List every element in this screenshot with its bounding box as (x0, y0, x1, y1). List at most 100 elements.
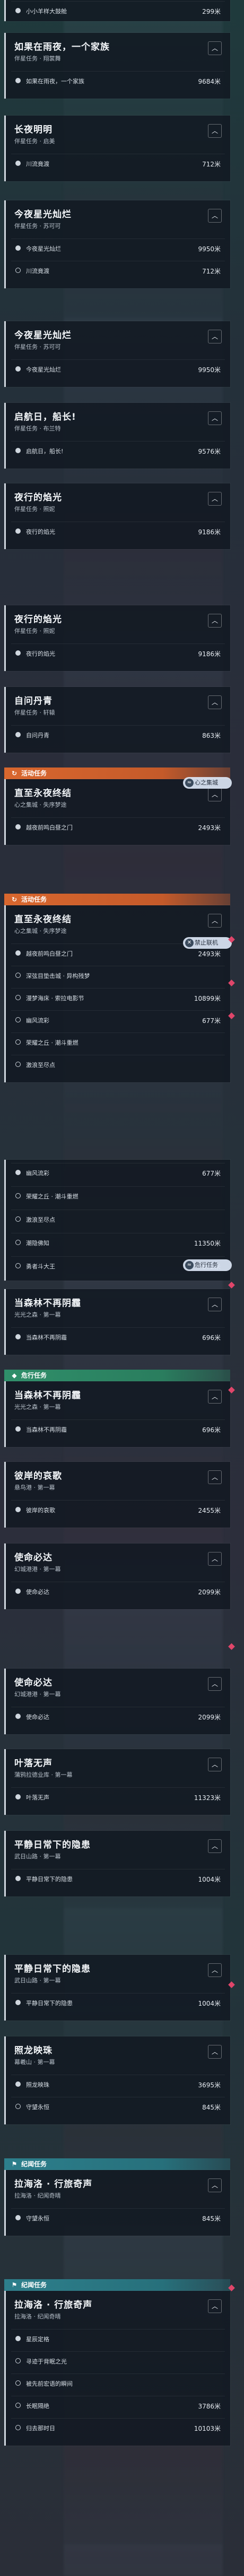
collapse-chevron-icon[interactable]: ︿ (208, 1677, 222, 1691)
objective-row[interactable]: 守望永恒 845米 (11, 2208, 225, 2227)
quest-card[interactable]: 拉海洛 · 行旅奇声 拉海洛 · 纪闻奇晴 ︿ 守望永恒 845米 (4, 2170, 230, 2236)
objective-row[interactable]: 川流竟渡 712米 (11, 261, 225, 280)
quest-card[interactable]: 叶落无声 蒲鸦拉德业库 · 第一幕 ︿ 叶落无声 11323米 (4, 1749, 230, 1815)
quest-card[interactable]: 今夜星光灿烂 伴星任务 · 苏可可 ︿ 今夜星光灿烂 9950米 川流竟渡 712米 (4, 200, 230, 288)
objective-row[interactable]: 今夜星光灿烂 9950米 (11, 359, 225, 378)
quest-card[interactable]: 拉海洛 · 行旅奇声 拉海洛 · 纪闻奇晴 ︿ 星辰定格寻迹于背眠之光 被先前宏语的瞬间… (4, 2291, 230, 2446)
quest-card[interactable]: 自问丹青 伴星任务 · 轩辕 ︿ 自问丹青 863米 (4, 687, 230, 753)
objective-row[interactable]: 激浪至尽点 (11, 1210, 225, 1229)
objective-row[interactable]: 星辰定格 (11, 2329, 225, 2348)
objective-row[interactable]: 守望永恒 845米 (11, 2097, 225, 2116)
collapse-chevron-icon[interactable]: ︿ (208, 2045, 222, 2059)
objective-row[interactable]: 幽风流彩 677米 (11, 1163, 225, 1182)
objective-row[interactable]: 夜行的焰光 9186米 (11, 522, 225, 541)
quest-card[interactable]: 照龙映珠 幕羲山 · 第一幕 ︿ 照龙映珠 3695米 守望永恒 845米 (4, 2036, 230, 2124)
quest-card[interactable]: 平静日常下的隐患 武日山路 · 第一幕 ︿ 平静日常下的隐患 1004米 (4, 1955, 230, 2021)
quest-card[interactable]: 当森林不再阴霾 光光之森 · 第一幕 ︿ 当森林不再阴霾 696米 (4, 1381, 230, 1447)
objective-row[interactable]: 漫梦海床 · 索拉电影节 10899米 (11, 988, 225, 1007)
objective-row[interactable]: 自问丹青 863米 (11, 725, 225, 744)
collapse-chevron-icon[interactable]: ︿ (208, 695, 222, 709)
objective-row[interactable]: 如果在雨夜，一个家族 9684米 (11, 71, 225, 90)
collapse-chevron-icon[interactable]: ︿ (208, 1839, 222, 1853)
objective-row[interactable]: 平静日常下的隐患 1004米 (11, 1869, 225, 1888)
objective-row[interactable]: 激浪至尽点 (11, 1055, 225, 1074)
tracked-location-tag[interactable]: ✕ 禁止联机 (183, 937, 232, 949)
collapse-chevron-icon[interactable]: ︿ (208, 330, 222, 343)
objective-row[interactable]: 幽风流彩 677米 (11, 1010, 225, 1029)
objective-row[interactable]: 寻迹于背眠之光 (11, 2351, 225, 2370)
objective-row[interactable]: 平静日常下的隐患 1004米 (11, 1993, 225, 2012)
tracked-location-tag[interactable]: ≈ 心之集城 (183, 777, 232, 789)
objective-row[interactable]: 当森林不再阴霾 696米 (11, 1419, 225, 1439)
quest-header[interactable]: 今夜星光灿烂 伴星任务 · 苏可可 ︿ (11, 321, 225, 355)
objective-row[interactable]: 潮隐佛知 11350米 (11, 1233, 225, 1252)
collapse-chevron-icon[interactable]: ︿ (208, 1552, 222, 1566)
quest-header[interactable]: 启航日，船长! 伴星任务 · 布兰特 ︿ (11, 403, 225, 437)
objective-row[interactable]: 越夜前鸣白昼之门 2493米 (11, 817, 225, 836)
collapse-chevron-icon[interactable]: ︿ (208, 614, 222, 628)
quest-card[interactable]: 使命必达 幻城港港 · 第一幕 ︿ 使命必达 2099米 (4, 1543, 230, 1609)
quest-header[interactable]: 平静日常下的隐患 武日山路 · 第一幕 ︿ (11, 1831, 225, 1865)
quest-card[interactable]: 使命必达 幻城港港 · 第一幕 ︿ 使命必达 2099米 (4, 1669, 230, 1734)
quest-header[interactable]: 直至永夜终结 心之集城 · 失序梦途 ︿ (11, 905, 225, 939)
collapse-chevron-icon[interactable]: ︿ (208, 41, 222, 55)
quest-header[interactable]: 夜行的焰光 伴星任务 · 照妮 ︿ (11, 605, 225, 639)
objective-row[interactable]: 使命必达 2099米 (11, 1582, 225, 1601)
quest-header[interactable]: 自问丹青 伴星任务 · 轩辕 ︿ (11, 687, 225, 721)
objective-row[interactable]: 归去那时日 10103米 (11, 2418, 225, 2437)
collapse-chevron-icon[interactable]: ︿ (208, 2299, 222, 2313)
collapse-chevron-icon[interactable]: ︿ (208, 1963, 222, 1977)
objective-row[interactable]: 深弦目垫击城 · 异构残梦 (11, 966, 225, 985)
collapse-chevron-icon[interactable]: ︿ (208, 124, 222, 138)
quest-header[interactable]: 夜行的焰光 伴星任务 · 照妮 ︿ (11, 483, 225, 517)
objective-row[interactable]: 照龙映珠 3695米 (11, 2075, 225, 2094)
objective-row[interactable]: 当森林不再阴霾 696米 (11, 1327, 225, 1346)
objective-row[interactable]: 长眠隔绝 3786米 (11, 2396, 225, 2415)
collapse-chevron-icon[interactable]: ︿ (208, 492, 222, 506)
quest-card[interactable]: 直至永夜终结 心之集城 · 失序梦途 ︿ 越夜前鸣白昼之门 2493米 (4, 779, 230, 845)
quest-card[interactable]: 夜行的焰光 伴星任务 · 照妮 ︿ 夜行的焰光 9186米 (4, 605, 230, 671)
collapse-chevron-icon[interactable]: ︿ (208, 411, 222, 425)
collapse-chevron-icon[interactable]: ︿ (208, 788, 222, 801)
collapse-chevron-icon[interactable]: ︿ (208, 209, 222, 223)
quest-header[interactable]: 叶落无声 蒲鸦拉德业库 · 第一幕 ︿ (11, 1749, 225, 1783)
quest-header[interactable]: 平静日常下的隐患 武日山路 · 第一幕 ︿ (11, 1955, 225, 1989)
quest-card[interactable]: 今夜星光灿烂 伴星任务 · 苏可可 ︿ 今夜星光灿烂 9950米 (4, 321, 230, 387)
objective-row[interactable]: 荣耀之丘 · 潮斗重燃 (11, 1033, 225, 1052)
objective-row[interactable]: 荣耀之丘 · 潮斗重燃 (11, 1186, 225, 1205)
quest-header[interactable]: 使命必达 幻城港港 · 第一幕 ︿ (11, 1669, 225, 1702)
quest-card[interactable]: 直至永夜终结 心之集城 · 失序梦途 ︿ 越夜前鸣白昼之门 2493米 深弦目垫击城 · … (4, 905, 230, 1082)
quest-card[interactable]: 彼岸的哀歌 悬鸟港 · 第一幕 ︿ 彼岸的哀歌 2455米 (4, 1462, 230, 1528)
quest-header[interactable]: 使命必达 幻城港港 · 第一幕 ︿ (11, 1543, 225, 1577)
quest-header[interactable]: 拉海洛 · 行旅奇声 拉海洛 · 纪闻奇晴 ︿ (11, 2291, 225, 2325)
quest-header[interactable]: 当森林不再阴霾 光光之森 · 第一幕 ︿ (11, 1381, 225, 1415)
collapse-chevron-icon[interactable]: ︿ (208, 1390, 222, 1404)
objective-row[interactable]: 小小羊样大鼓舱 299米 (11, 1, 225, 20)
quest-card[interactable]: 启航日，船长! 伴星任务 · 布兰特 ︿ 启航日，船长! 9576米 (4, 403, 230, 469)
quest-card[interactable]: 长夜明明 伴星任务 · 启美 ︿ 川流竟渡 712米 (4, 116, 230, 181)
quest-header[interactable]: 照龙映珠 幕羲山 · 第一幕 ︿ (11, 2036, 225, 2070)
objective-row[interactable]: 使命必达 2099米 (11, 1707, 225, 1726)
collapse-chevron-icon[interactable]: ︿ (208, 1758, 222, 1771)
quest-card[interactable]: 夜行的焰光 伴星任务 · 照妮 ︿ 夜行的焰光 9186米 (4, 483, 230, 549)
quest-header[interactable]: 如果在雨夜，一个家族 伴星任务 · 翔裳舞 ︿ (11, 33, 225, 67)
objective-row[interactable]: 启航日，船长! 9576米 (11, 441, 225, 460)
objective-row[interactable]: 叶落无声 11323米 (11, 1787, 225, 1806)
collapse-chevron-icon[interactable]: ︿ (208, 2178, 222, 2192)
tracked-location-tag[interactable]: ≈ 危行任务 (183, 1259, 232, 1271)
objective-row[interactable]: 被先前宏语的瞬间 (11, 2374, 225, 2393)
objective-row[interactable]: 彼岸的哀歌 2455米 (11, 1500, 225, 1519)
quest-card[interactable]: 平静日常下的隐患 武日山路 · 第一幕 ︿ 平静日常下的隐患 1004米 (4, 1831, 230, 1896)
objective-row[interactable]: 今夜星光灿烂 9950米 (11, 239, 225, 258)
collapse-chevron-icon[interactable]: ︿ (208, 1298, 222, 1311)
collapse-chevron-icon[interactable]: ︿ (208, 1470, 222, 1484)
quest-header[interactable]: 拉海洛 · 行旅奇声 拉海洛 · 纪闻奇晴 ︿ (11, 2170, 225, 2204)
quest-header[interactable]: 今夜星光灿烂 伴星任务 · 苏可可 ︿ (11, 200, 225, 234)
objective-row[interactable]: 夜行的焰光 9186米 (11, 643, 225, 663)
quest-header[interactable]: 当森林不再阴霾 光光之森 · 第一幕 ︿ (11, 1289, 225, 1323)
quest-header[interactable]: 彼岸的哀歌 悬鸟港 · 第一幕 ︿ (11, 1462, 225, 1496)
quest-card[interactable]: 当森林不再阴霾 光光之森 · 第一幕 ︿ 当森林不再阴霾 696米 (4, 1289, 230, 1355)
quest-card[interactable]: 如果在雨夜，一个家族 伴星任务 · 翔裳舞 ︿ 如果在雨夜，一个家族 9684米 (4, 33, 230, 99)
quest-header[interactable]: 长夜明明 伴星任务 · 启美 ︿ (11, 116, 225, 149)
collapse-chevron-icon[interactable]: ︿ (208, 914, 222, 928)
